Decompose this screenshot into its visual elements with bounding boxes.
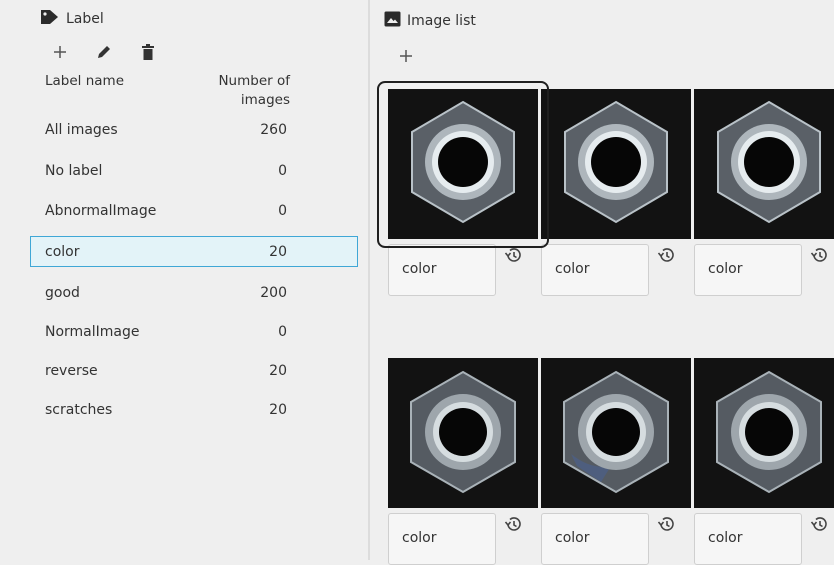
hex-nut-image: [717, 100, 821, 224]
history-icon: [810, 517, 827, 531]
label-row-name: reverse: [45, 362, 98, 379]
label-row-no-label[interactable]: No label 0: [30, 155, 358, 186]
history-button[interactable]: [657, 246, 675, 264]
plus-icon: [400, 50, 412, 62]
history-icon: [657, 248, 674, 262]
label-toolbar: [52, 44, 156, 60]
hex-nut-image: [563, 370, 669, 494]
image-list-header: Image list: [384, 11, 476, 31]
label-name-column-header: Label name: [45, 73, 124, 89]
label-row-count: 200: [260, 284, 287, 301]
label-row-name: AbnormalImage: [45, 202, 157, 219]
label-row-name: color: [45, 243, 80, 260]
label-panel: Label Label name Number of images All im…: [0, 0, 368, 560]
label-row-name: good: [45, 284, 80, 301]
label-row-normalimage[interactable]: NormalImage 0: [30, 316, 358, 347]
label-row-count: 260: [260, 121, 287, 138]
image-thumbnail[interactable]: [541, 358, 691, 508]
delete-label-button[interactable]: [140, 44, 156, 60]
label-panel-title: Label: [66, 11, 104, 27]
history-button[interactable]: [810, 246, 828, 264]
history-button[interactable]: [657, 515, 675, 533]
image-label-box[interactable]: color: [541, 244, 649, 296]
label-row-name: No label: [45, 162, 103, 179]
image-label-box[interactable]: color: [388, 244, 496, 296]
add-image-button[interactable]: [398, 48, 414, 64]
history-icon: [657, 517, 674, 531]
image-count-column-header: Number of images: [180, 72, 290, 110]
hex-nut-image: [564, 100, 668, 224]
label-row-count: 0: [278, 202, 287, 219]
image-label-box[interactable]: color: [694, 244, 802, 296]
image-thumbnail[interactable]: [541, 89, 691, 239]
label-row-good[interactable]: good 200: [30, 277, 358, 308]
edit-label-button[interactable]: [96, 44, 112, 60]
label-row-abnormalimage[interactable]: AbnormalImage 0: [30, 195, 358, 226]
label-row-all-images[interactable]: All images 260: [30, 114, 358, 145]
plus-icon: [54, 46, 66, 58]
history-button[interactable]: [810, 515, 828, 533]
hex-nut-image: [716, 370, 822, 494]
label-row-scratches[interactable]: scratches 20: [30, 394, 358, 425]
image-list-title: Image list: [407, 13, 476, 29]
hex-nut-image: [411, 100, 515, 224]
label-row-count: 0: [278, 323, 287, 340]
history-icon: [810, 248, 827, 262]
image-thumbnail[interactable]: [388, 89, 538, 239]
pencil-icon: [98, 46, 110, 58]
label-row-color[interactable]: color 20: [30, 236, 358, 267]
history-button[interactable]: [504, 246, 522, 264]
label-row-count: 20: [269, 362, 287, 379]
label-panel-header: Label: [40, 9, 104, 29]
image-label-box[interactable]: color: [541, 513, 649, 565]
history-icon: [504, 248, 521, 262]
image-count-header-line2: images: [240, 92, 290, 108]
image-count-header-line1: Number of: [218, 73, 290, 89]
label-row-name: NormalImage: [45, 323, 140, 340]
image-list-toolbar: [398, 48, 414, 64]
label-row-reverse[interactable]: reverse 20: [30, 355, 358, 386]
history-icon: [504, 517, 521, 531]
image-icon: [384, 11, 401, 31]
image-thumbnail[interactable]: [694, 358, 834, 508]
hex-nut-image: [410, 370, 516, 494]
add-label-button[interactable]: [52, 44, 68, 60]
history-button[interactable]: [504, 515, 522, 533]
label-row-count: 0: [278, 162, 287, 179]
image-thumbnail[interactable]: [694, 89, 834, 239]
image-thumbnail[interactable]: [388, 358, 538, 508]
label-row-count: 20: [269, 243, 287, 260]
label-row-count: 20: [269, 401, 287, 418]
tag-icon: [40, 9, 60, 29]
image-label-box[interactable]: color: [388, 513, 496, 565]
image-label-box[interactable]: color: [694, 513, 802, 565]
trash-icon: [142, 44, 154, 60]
label-row-name: scratches: [45, 401, 113, 418]
label-row-name: All images: [45, 121, 118, 138]
